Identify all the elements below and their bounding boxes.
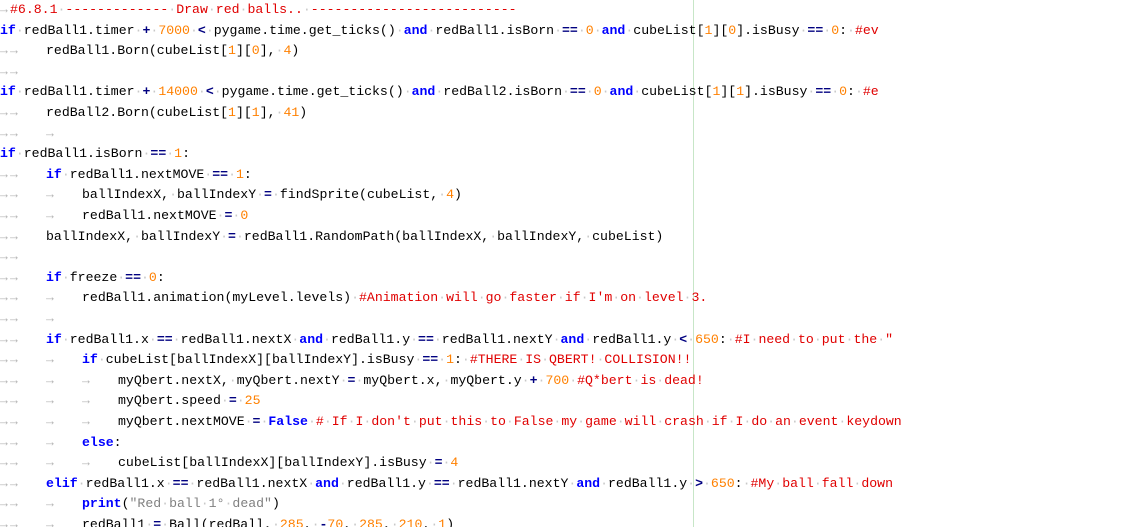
tab-marker: → [10,393,18,409]
tab-marker: → [46,393,54,409]
code-line[interactable]: → → → redBall1.animation(myLevel.levels)·#A… [0,288,707,309]
tab-marker: → [46,455,54,471]
tab-marker: → [0,208,8,223]
tab-marker: → [0,166,8,182]
code-line[interactable]: → → → → myQbert.speed·=·25 [0,391,260,412]
tab-marker: → [46,290,54,306]
code-line[interactable]: if·redBall1.timer·+·7000·<·pygame.time.g… [0,21,879,42]
tab-marker: → [0,352,8,368]
tab-marker: → [46,434,54,450]
code-line[interactable]: → → → → cubeList[ballIndexX][ballIndexY].isB… [0,453,458,474]
code-line[interactable]: → → redBall2.Born(cubeList[1][1],·41) [0,103,307,124]
tab-marker: → [82,414,90,429]
tab-marker: → [0,393,8,409]
tab-marker: → [46,187,54,203]
tab-marker: → [0,63,8,79]
tab-marker: → [0,125,8,141]
tab-marker: → [0,2,8,17]
code-line[interactable]: → → if·redBall1.x·==·redBall1.nextX·and·re… [0,330,893,351]
tab-marker: → [0,269,8,285]
code-line[interactable]: → → redBall1.Born(cubeList[1][0],·4) [0,41,299,62]
edge-column-guide [693,0,694,527]
code-editor[interactable]: → #6.8.1·-------------·Draw·red·balls..·-… [0,0,1121,527]
code-line[interactable]: → → → print("Red·ball·1°·dead") [0,494,280,515]
tab-marker: → [0,228,8,244]
tab-marker: → [10,331,18,347]
code-line[interactable]: → → if·freeze·==·0: [0,268,165,289]
tab-marker: → [0,331,8,347]
code-line[interactable]: → #6.8.1·-------------·Draw·red·balls..·-… [0,0,517,21]
tab-marker: → [0,372,8,388]
code-line[interactable]: → → → → myQbert.nextMOVE·=·False·#·If·I·don'… [0,412,902,433]
code-line[interactable]: → → → [0,309,82,330]
tab-marker: → [0,249,8,265]
tab-marker: → [46,352,54,368]
tab-marker: → [10,455,18,471]
tab-marker: → [82,372,90,388]
tab-marker: → [10,43,18,59]
tab-marker: → [0,496,8,512]
tab-marker: → [46,414,54,429]
tab-marker: → [10,166,18,182]
tab-marker: → [46,372,54,388]
code-line[interactable]: → → if·redBall1.nextMOVE·==·1: [0,165,252,186]
code-line[interactable]: → → [0,247,46,268]
tab-marker: → [0,105,8,120]
tab-marker: → [0,187,8,203]
tab-marker: → [10,63,18,79]
tab-marker: → [10,352,18,368]
tab-marker: → [10,269,18,285]
tab-marker: → [10,434,18,450]
tab-marker: → [46,208,54,223]
tab-marker: → [0,517,8,527]
code-line[interactable]: → → → → myQbert.nextX,·myQbert.nextY·=·myQbe… [0,371,704,392]
tab-marker: → [46,311,54,326]
tab-marker: → [0,414,8,429]
code-line[interactable]: → → → redBall1·=·Ball(redBall,·285,·-70,·28… [0,515,454,527]
tab-marker: → [10,290,18,306]
code-line[interactable]: → → → ballIndexX,·ballIndexY·=·findSprite(c… [0,185,462,206]
tab-marker: → [10,517,18,527]
tab-marker: → [10,105,18,120]
tab-marker: → [10,125,18,141]
tab-marker: → [0,43,8,59]
code-line[interactable]: → → → redBall1.nextMOVE·=·0 [0,206,248,227]
tab-marker: → [0,434,8,450]
tab-marker: → [46,517,54,527]
tab-marker: → [0,455,8,471]
tab-marker: → [10,414,18,429]
tab-marker: → [10,496,18,512]
code-line[interactable]: → → ballIndexX,·ballIndexY·=·redBall1.Rand… [0,227,663,248]
code-line[interactable]: → → → [0,124,82,145]
tab-marker: → [82,455,90,471]
tab-marker: → [10,311,18,326]
code-line[interactable]: if·redBall1.timer·+·14000·<·pygame.time.… [0,82,879,103]
tab-marker: → [0,475,8,491]
tab-marker: → [10,372,18,388]
tab-marker: → [46,496,54,512]
code-line[interactable]: → → [0,62,46,83]
tab-marker: → [0,311,8,326]
code-line[interactable]: if·redBall1.isBorn·==·1: [0,144,190,165]
code-line[interactable]: → → elif·redBall1.x·==·redBall1.nextX·and·… [0,474,893,495]
tab-marker: → [46,125,54,141]
code-line[interactable]: → → → else: [0,433,122,454]
tab-marker: → [10,249,18,265]
code-line[interactable]: → → → if·cubeList[ballIndexX][ballIndexY].i… [0,350,691,371]
tab-marker: → [10,208,18,223]
tab-marker: → [0,290,8,306]
tab-marker: → [82,393,90,409]
tab-marker: → [10,475,18,491]
tab-marker: → [10,187,18,203]
tab-marker: → [10,228,18,244]
